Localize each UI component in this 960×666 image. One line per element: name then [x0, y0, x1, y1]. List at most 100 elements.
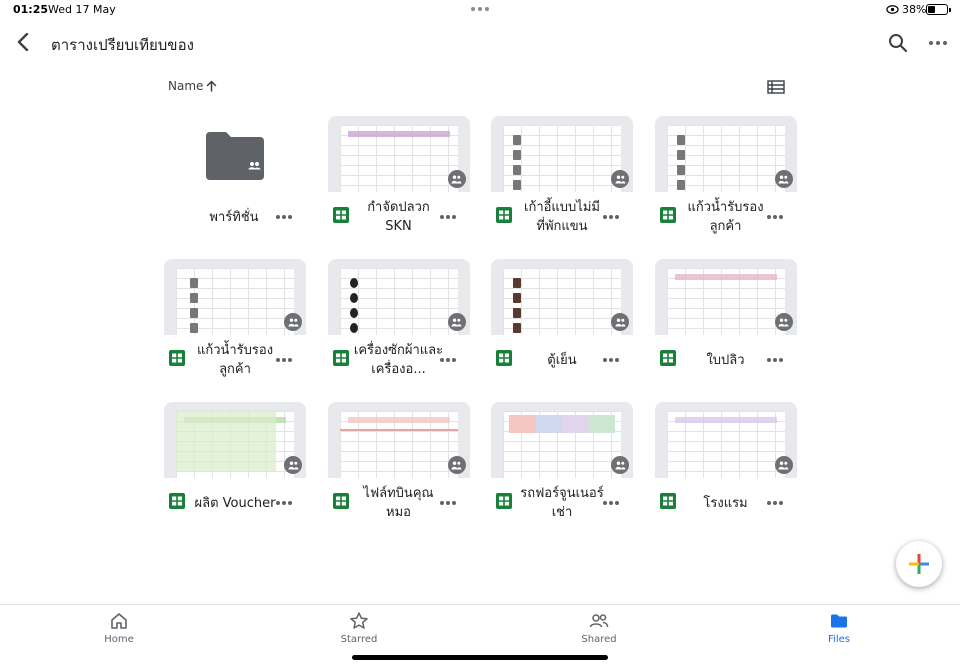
- file-thumbnail[interactable]: [654, 116, 797, 192]
- sort-by-name-button[interactable]: Name: [168, 79, 217, 93]
- spreadsheet-preview: [503, 411, 621, 478]
- file-thumbnail[interactable]: [327, 402, 470, 478]
- google-sheets-icon: [659, 493, 676, 509]
- nav-home[interactable]: Home: [59, 611, 179, 651]
- home-icon: [111, 613, 127, 629]
- google-sheets-icon: [169, 350, 185, 366]
- spreadsheet-preview: [339, 125, 458, 192]
- spreadsheet-preview: [666, 125, 785, 192]
- files-grid: พาร์ทิชั่น กำจัดปลวก SKN เก้าอี้แบบไม่มีที…: [164, 116, 798, 545]
- google-sheets-icon: [332, 493, 349, 509]
- nav-files-label: Files: [828, 634, 850, 645]
- top-app-bar: ตารางเปรียบเทียบของ: [0, 20, 960, 66]
- item-more-button[interactable]: [603, 500, 619, 506]
- nav-shared[interactable]: Shared: [539, 611, 659, 651]
- file-name: กำจัดปลวก SKN: [367, 200, 430, 234]
- chevron-left-icon: [17, 33, 29, 51]
- file-label-row: เครื่องซักผ้าและเครื่องอ...: [328, 338, 470, 382]
- status-bar: 01:25 Wed 17 May 38%: [0, 0, 960, 20]
- file-tile[interactable]: ไฟล์ทบินคุณหมอ: [327, 402, 470, 545]
- file-name: เครื่องซักผ้าและเครื่องอ...: [353, 343, 444, 377]
- spreadsheet-preview: [176, 411, 294, 478]
- plus-icon: [909, 554, 929, 574]
- back-button[interactable]: [12, 30, 34, 54]
- search-button[interactable]: [887, 32, 909, 54]
- home-indicator[interactable]: [352, 655, 608, 660]
- file-tile[interactable]: แก้วน้ำรับรองลูกค้า: [654, 116, 797, 259]
- file-tile[interactable]: ตู้เย็น: [491, 259, 633, 402]
- list-view-icon[interactable]: [767, 79, 785, 95]
- eye-icon: [886, 5, 899, 14]
- create-new-button[interactable]: [896, 541, 942, 587]
- file-thumbnail[interactable]: [491, 402, 633, 478]
- nav-starred[interactable]: Starred: [299, 611, 419, 651]
- item-more-button[interactable]: [603, 214, 619, 220]
- file-name: ผลิต Voucher: [194, 495, 276, 511]
- file-tile[interactable]: เก้าอี้แบบไม่มีที่พักแขน: [491, 116, 633, 259]
- google-sheets-icon: [169, 493, 185, 509]
- file-thumbnail[interactable]: [327, 116, 470, 192]
- item-more-button[interactable]: [766, 214, 783, 220]
- folder-icon: [831, 614, 847, 628]
- item-more-button[interactable]: [439, 214, 456, 220]
- file-tile[interactable]: ใบปลิว: [654, 259, 797, 402]
- file-thumbnail[interactable]: [164, 402, 306, 478]
- spreadsheet-preview: [666, 268, 785, 335]
- item-more-button[interactable]: [766, 357, 783, 363]
- file-thumbnail[interactable]: [327, 259, 470, 335]
- file-tile[interactable]: โรงแรม: [654, 402, 797, 545]
- file-tile[interactable]: ผลิต Voucher: [164, 402, 306, 545]
- status-time: 01:25: [13, 3, 49, 16]
- sort-label: Name: [168, 79, 204, 93]
- item-more-button[interactable]: [766, 500, 783, 506]
- item-more-button[interactable]: [276, 214, 292, 220]
- nav-starred-label: Starred: [340, 634, 378, 645]
- file-name: แก้วน้ำรับรองลูกค้า: [196, 343, 274, 377]
- file-tile[interactable]: แก้วน้ำรับรองลูกค้า: [164, 259, 306, 402]
- item-more-button[interactable]: [276, 357, 292, 363]
- file-label-row: ไฟล์ทบินคุณหมอ: [328, 481, 470, 525]
- file-thumbnail[interactable]: [654, 402, 797, 478]
- file-thumbnail[interactable]: [491, 259, 633, 335]
- file-tile[interactable]: เครื่องซักผ้าและเครื่องอ...: [327, 259, 470, 402]
- spreadsheet-preview: [339, 268, 458, 335]
- item-more-button[interactable]: [439, 357, 456, 363]
- arrow-up-icon: [207, 80, 217, 92]
- item-more-button[interactable]: [439, 500, 456, 506]
- file-name: ใบปลิว: [706, 352, 745, 368]
- nav-files[interactable]: Files: [779, 611, 899, 651]
- shared-icon: [447, 313, 466, 331]
- spreadsheet-preview: [666, 411, 785, 478]
- multitasking-dots-icon[interactable]: [471, 7, 489, 12]
- file-label-row: โรงแรม: [655, 481, 797, 525]
- file-label-row: กำจัดปลวก SKN: [328, 195, 470, 239]
- file-thumbnail[interactable]: [164, 259, 306, 335]
- item-more-button[interactable]: [603, 357, 619, 363]
- file-name: แก้วน้ำรับรองลูกค้า: [687, 200, 764, 234]
- page-title: ตารางเปรียบเทียบของ: [51, 36, 194, 54]
- people-icon: [589, 614, 609, 628]
- file-thumbnail[interactable]: [491, 116, 633, 192]
- more-options-button[interactable]: [927, 32, 949, 54]
- search-icon: [889, 34, 908, 53]
- file-name: พาร์ทิชั่น: [209, 209, 259, 225]
- star-icon: [350, 612, 368, 629]
- shared-icon: [284, 456, 302, 474]
- shared-icon: [774, 170, 793, 188]
- spreadsheet-preview: [339, 411, 458, 478]
- shared-icon: [774, 456, 793, 474]
- shared-icon: [447, 456, 466, 474]
- google-sheets-icon: [332, 350, 349, 366]
- file-thumbnail[interactable]: [654, 259, 797, 335]
- google-sheets-icon: [496, 350, 512, 366]
- file-tile[interactable]: รถฟอร์จูนเนอร์เช่า: [491, 402, 633, 545]
- google-sheets-icon: [659, 350, 676, 366]
- file-label-row: เก้าอี้แบบไม่มีที่พักแขน: [491, 195, 633, 239]
- item-more-button[interactable]: [276, 500, 292, 506]
- file-tile[interactable]: กำจัดปลวก SKN: [327, 116, 470, 259]
- file-label-row: ผลิต Voucher: [164, 481, 306, 525]
- folder-tile[interactable]: พาร์ทิชั่น: [164, 116, 306, 259]
- nav-home-label: Home: [104, 634, 134, 645]
- more-horizontal-icon: [929, 41, 947, 45]
- shared-icon: [774, 313, 793, 331]
